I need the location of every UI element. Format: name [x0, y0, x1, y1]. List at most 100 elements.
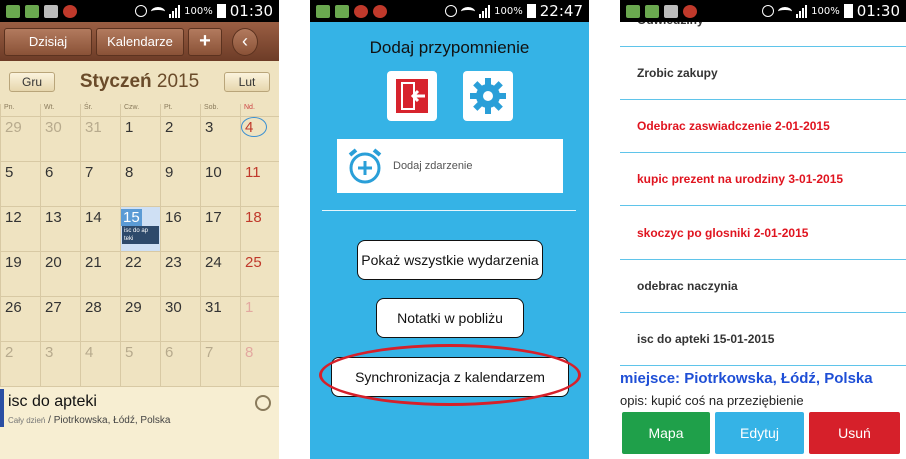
day-cell[interactable]: 24 [200, 251, 240, 296]
day-cell[interactable]: 30 [40, 116, 80, 161]
day-cell[interactable]: 12 [0, 206, 40, 251]
day-cell[interactable]: 7 [200, 341, 240, 386]
usb-icon [626, 4, 640, 18]
day-number: 24 [205, 254, 222, 271]
day-cell[interactable]: 27 [40, 296, 80, 341]
list-item[interactable]: Odebrac zaswiadczenie 2-01-2015 [620, 100, 906, 153]
nearby-notes-button[interactable]: Notatki w pobliżu [376, 298, 524, 338]
selected-event-panel[interactable]: isc do apteki Cały dzień / Piotrkowska, … [0, 386, 279, 459]
day-cell[interactable]: 29 [120, 296, 160, 341]
day-cell[interactable]: 17 [200, 206, 240, 251]
day-cell[interactable]: 23 [160, 251, 200, 296]
day-cell[interactable]: 2 [0, 341, 40, 386]
event-chip[interactable]: isc do ap teki [122, 226, 159, 244]
day-cell[interactable]: 25 [240, 251, 279, 296]
day-cell[interactable]: 8 [120, 161, 160, 206]
day-number: 3 [45, 344, 54, 361]
day-cell[interactable]: 28 [80, 296, 120, 341]
delete-button[interactable]: Usuń [809, 412, 900, 454]
day-number: 29 [125, 299, 142, 316]
prev-month-button[interactable]: Gru [9, 72, 55, 92]
clock: 01:30 [856, 2, 900, 20]
day-cell[interactable]: 1 [120, 116, 160, 161]
day-number: 2 [5, 344, 14, 361]
list-item[interactable]: kupic prezent na urodziny 3-01-2015 [620, 153, 906, 206]
day-cell[interactable]: 3 [40, 341, 80, 386]
day-cell[interactable]: 21 [80, 251, 120, 296]
day-cell[interactable]: 3 [200, 116, 240, 161]
day-cell[interactable]: 5 [0, 161, 40, 206]
day-cell[interactable]: 31 [200, 296, 240, 341]
next-month-button[interactable]: Lut [224, 72, 270, 92]
reminder-screen: 100% 22:47 Dodaj przypomnienie Dodaj zda… [310, 0, 589, 459]
day-cell[interactable]: 22 [120, 251, 160, 296]
day-number: 11 [245, 164, 261, 181]
day-cell[interactable]: 13 [40, 206, 80, 251]
add-button[interactable]: + [188, 27, 222, 56]
calendar-screen: 100% 01:30 Dzisiaj Kalendarze + ‹ Gru St… [0, 0, 279, 459]
weekday-label: Sob. [200, 104, 240, 116]
alarm-icon [762, 5, 775, 17]
list-item[interactable]: odebrac naczynia [620, 260, 906, 313]
day-cell[interactable]: 2 [160, 116, 200, 161]
day-number: 9 [165, 164, 174, 181]
list-item-label: isc do apteki 15-01-2015 [637, 332, 775, 346]
day-cell[interactable]: 19 [0, 251, 40, 296]
day-cell[interactable]: 9 [160, 161, 200, 206]
settings-button[interactable] [463, 71, 513, 121]
weekday-label: Nd. [240, 104, 279, 116]
day-cell[interactable]: 4 [80, 341, 120, 386]
day-cell[interactable]: 16 [160, 206, 200, 251]
battery-icon [216, 4, 226, 18]
day-cell[interactable]: 20 [40, 251, 80, 296]
map-button[interactable]: Mapa [622, 412, 710, 454]
day-cell[interactable]: 15 isc do ap teki [120, 206, 160, 251]
day-number: 5 [5, 164, 14, 181]
show-all-events-button[interactable]: Pokaż wszystkie wydarzenia [357, 240, 543, 280]
day-cell[interactable]: 6 [160, 341, 200, 386]
exit-icon [396, 79, 428, 113]
list-item[interactable]: skoczyc po glosniki 2-01-2015 [620, 207, 906, 260]
day-cell[interactable]: 29 [0, 116, 40, 161]
alarm-add-icon [348, 148, 382, 184]
day-cell[interactable]: 30 [160, 296, 200, 341]
list-item[interactable]: isc do apteki 15-01-2015 [620, 313, 906, 366]
status-bar: 100% 01:30 [0, 0, 279, 22]
day-cell[interactable]: 7 [80, 161, 120, 206]
day-number: 1 [245, 299, 254, 316]
edit-button[interactable]: Edytuj [715, 412, 804, 454]
today-circle [241, 117, 267, 137]
back-button[interactable]: ‹ [232, 27, 258, 56]
day-cell[interactable]: 6 [40, 161, 80, 206]
battery-icon [526, 4, 536, 18]
day-cell[interactable]: 8 [240, 341, 279, 386]
day-cell[interactable]: 11 [240, 161, 279, 206]
exit-button[interactable] [387, 71, 437, 121]
day-cell[interactable]: 14 [80, 206, 120, 251]
weekday-label: Śr. [80, 104, 120, 116]
wifi-icon [461, 6, 476, 16]
today-button[interactable]: Dzisiaj [4, 27, 92, 56]
day-cell[interactable]: 10 [200, 161, 240, 206]
weekday-label: Wt. [40, 104, 80, 116]
app-icon [373, 4, 387, 18]
day-cell[interactable]: 5 [120, 341, 160, 386]
calendars-button[interactable]: Kalendarze [96, 27, 184, 56]
day-cell[interactable]: 1 [240, 296, 279, 341]
day-cell[interactable]: 18 [240, 206, 279, 251]
usb-icon [6, 4, 20, 18]
day-number: 3 [205, 119, 214, 136]
notes-screen: OdwiedzinyZrobic zakupyOdebrac zaswiadcz… [620, 0, 906, 459]
list-item[interactable]: Zrobic zakupy [620, 47, 906, 100]
day-number: 27 [45, 299, 62, 316]
note-place: miejsce: Piotrkowska, Łódź, Polska [620, 370, 873, 387]
signal-icon [796, 4, 808, 18]
signal-icon [169, 4, 181, 18]
screen-title: Dodaj przypomnienie [369, 38, 530, 57]
add-event-button[interactable]: Dodaj zdarzenie [337, 139, 563, 193]
day-number: 10 [205, 164, 222, 181]
list-item-label: Odebrac zaswiadczenie 2-01-2015 [637, 119, 830, 133]
day-cell[interactable]: 31 [80, 116, 120, 161]
day-cell[interactable]: 26 [0, 296, 40, 341]
day-cell[interactable]: 4 [240, 116, 279, 161]
